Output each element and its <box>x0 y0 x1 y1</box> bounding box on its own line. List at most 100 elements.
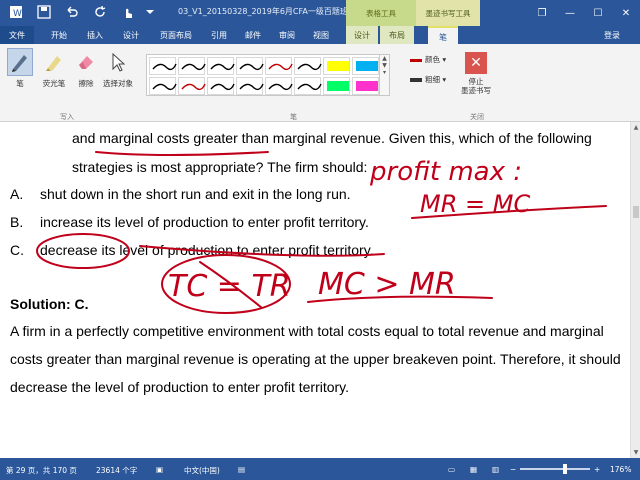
read-mode-icon[interactable]: ▭ <box>448 465 455 474</box>
tab-table-design[interactable]: 设计 <box>346 26 378 44</box>
proofing-icon[interactable]: ▣ <box>156 465 163 474</box>
pen-stroke-icon <box>239 63 264 71</box>
pen-stroke-icon <box>210 83 235 91</box>
color-dropdown[interactable]: 颜色 ▾ <box>410 54 446 65</box>
weight-label: 粗细 <box>425 75 440 84</box>
tab-home[interactable]: 开始 <box>42 26 76 44</box>
tab-mailings[interactable]: 邮件 <box>238 26 268 44</box>
pen-stroke-icon <box>268 83 293 91</box>
window-controls: ❐ — ☐ ✕ <box>528 0 640 26</box>
pen-stroke-icon <box>181 83 206 91</box>
undo-icon[interactable] <box>64 4 80 20</box>
macro-record-icon[interactable]: ▤ <box>238 465 245 474</box>
vertical-scrollbar[interactable]: ▲ ▼ <box>630 122 640 458</box>
sign-in-link[interactable]: 登录 <box>604 30 620 41</box>
tab-table-layout[interactable]: 布局 <box>380 26 414 44</box>
pen-style-swatch[interactable] <box>352 77 379 95</box>
ink-underline-mr-mc <box>411 205 607 219</box>
solution-heading: Solution: C. <box>10 296 89 312</box>
maximize-button[interactable]: ☐ <box>584 0 612 26</box>
pen-style-swatch[interactable] <box>207 57 235 75</box>
ink-profit-max: profit max : <box>369 157 522 187</box>
option-b-letter: B. <box>10 214 24 230</box>
ribbon-display-options-button[interactable]: ❐ <box>528 0 556 26</box>
tab-insert[interactable]: 插入 <box>78 26 112 44</box>
pen-stroke-icon <box>297 63 322 71</box>
solution-line-2: costs greater than marginal revenue is o… <box>10 351 621 367</box>
highlighter-swatch-icon <box>327 81 349 91</box>
scroll-down-icon[interactable]: ▼ <box>632 449 640 456</box>
pen-style-swatch[interactable] <box>149 77 177 95</box>
zoom-slider[interactable] <box>520 468 590 470</box>
select-objects-button[interactable]: 选择对象 <box>100 48 136 89</box>
highlighter-tool-label: 荧光笔 <box>42 79 66 88</box>
tab-design[interactable]: 设计 <box>114 26 148 44</box>
title-bar: W 03_V1_20150328_2019年6月CFA一级百题班... 表格工具… <box>0 0 640 26</box>
document-title: 03_V1_20150328_2019年6月CFA一级百题班... <box>178 7 356 16</box>
zoom-out-button[interactable]: − <box>510 465 516 474</box>
minimize-button[interactable]: — <box>556 0 584 26</box>
pen-tool-button[interactable]: 笔 <box>2 48 38 89</box>
group-label-write: 写入 <box>60 113 74 121</box>
option-a-text: shut down in the short run and exit in t… <box>40 186 351 202</box>
eraser-icon <box>73 48 99 76</box>
pen-style-swatch[interactable] <box>178 77 206 95</box>
pen-style-swatch[interactable] <box>294 57 322 75</box>
language-label[interactable]: 中文(中国) <box>184 465 220 476</box>
pen-style-swatch[interactable] <box>265 57 293 75</box>
tab-review[interactable]: 审阅 <box>272 26 302 44</box>
page-count[interactable]: 第 29 页，共 170 页 <box>6 465 77 476</box>
context-group-table-tools: 表格工具 <box>346 0 416 26</box>
option-c-letter: C. <box>10 242 24 258</box>
pen-stroke-icon <box>181 63 206 71</box>
ink-underline-marginal-costs <box>95 151 269 156</box>
app-icon[interactable]: W <box>8 4 24 20</box>
pen-style-swatch[interactable] <box>149 57 177 75</box>
customize-toolbar-icon[interactable] <box>142 4 158 20</box>
touch-mode-icon[interactable] <box>120 4 136 20</box>
solution-line-3: decrease the level of production to ente… <box>10 379 350 395</box>
pen-style-swatch[interactable] <box>236 77 264 95</box>
stop-label-2: 墨迹书写 <box>461 86 491 95</box>
pen-style-swatch[interactable] <box>323 57 350 75</box>
pen-style-swatch[interactable] <box>323 77 350 95</box>
pen-icon <box>7 48 33 76</box>
web-layout-icon[interactable]: ▥ <box>492 465 499 474</box>
scroll-thumb[interactable] <box>633 206 639 218</box>
question-line-1: and marginal costs greater than marginal… <box>72 130 592 146</box>
print-layout-icon[interactable]: ▦ <box>470 465 477 474</box>
document-page[interactable]: and marginal costs greater than marginal… <box>0 122 630 458</box>
save-icon[interactable] <box>36 4 52 20</box>
tab-file[interactable]: 文件 <box>0 26 34 44</box>
pen-style-swatch[interactable] <box>265 77 293 95</box>
color-label: 颜色 <box>425 55 440 64</box>
pen-style-swatch[interactable] <box>294 77 322 95</box>
pen-style-swatch[interactable] <box>178 57 206 75</box>
highlighter-swatch-icon <box>356 61 378 71</box>
pen-style-swatch[interactable] <box>352 57 379 75</box>
tab-page-layout[interactable]: 页面布局 <box>152 26 200 44</box>
pen-stroke-icon <box>210 63 235 71</box>
ink-mr-equals-mc: MR = MC <box>420 190 530 218</box>
word-count[interactable]: 23614 个字 <box>96 465 137 476</box>
redo-icon[interactable] <box>92 4 108 20</box>
highlighter-tool-button[interactable]: 荧光笔 <box>36 48 72 89</box>
zoom-slider-knob[interactable] <box>563 464 567 474</box>
gallery-scroll[interactable]: ▲ ▼ ▾ <box>379 55 389 95</box>
tab-references[interactable]: 引用 <box>204 26 234 44</box>
tab-view[interactable]: 视图 <box>306 26 336 44</box>
eraser-tool-button[interactable]: 擦除 <box>68 48 104 89</box>
group-label-pens: 笔 <box>290 113 297 121</box>
select-objects-label: 选择对象 <box>103 79 133 88</box>
pen-style-swatch[interactable] <box>236 57 264 75</box>
group-label-close: 关闭 <box>470 113 484 121</box>
scroll-up-icon[interactable]: ▲ <box>632 124 640 131</box>
pen-style-swatch[interactable] <box>207 77 235 95</box>
weight-dropdown[interactable]: 粗细 ▾ <box>410 74 446 85</box>
option-c-text: decrease its level of production to ente… <box>40 242 374 258</box>
tab-pens[interactable]: 笔 <box>428 26 458 44</box>
stop-inking-button[interactable]: ✕ 停止 墨迹书写 <box>456 52 496 95</box>
zoom-in-button[interactable]: + <box>594 465 600 474</box>
zoom-level[interactable]: 176% <box>610 465 631 474</box>
close-button[interactable]: ✕ <box>612 0 640 26</box>
